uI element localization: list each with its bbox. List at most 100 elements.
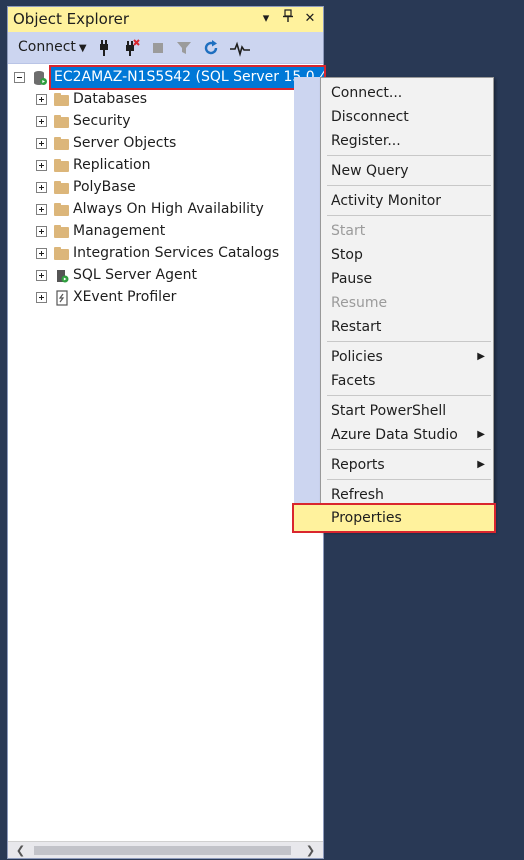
- server-icon: [34, 71, 47, 85]
- tree-node-server-objects[interactable]: Server Objects: [8, 133, 323, 155]
- close-icon[interactable]: ✕: [301, 9, 319, 29]
- menu-separator: [327, 341, 491, 342]
- expand-icon[interactable]: [36, 138, 47, 149]
- menu-item-label: Restart: [331, 319, 382, 335]
- menu-item-policies[interactable]: Policies ▶: [321, 345, 493, 369]
- menu-item-stop[interactable]: Stop: [321, 243, 493, 267]
- dropdown-icon[interactable]: ▾: [257, 9, 275, 29]
- submenu-arrow-icon: ▶: [477, 351, 485, 362]
- submenu-arrow-icon: ▶: [477, 429, 485, 440]
- context-menu: Connect... Disconnect Register... New Query…: [320, 77, 494, 531]
- menu-item-label: Register...: [331, 133, 401, 149]
- object-explorer-titlebar: Object Explorer ▾ ✕: [8, 7, 323, 32]
- menu-item-start: Start: [321, 219, 493, 243]
- menu-item-azure-data-studio[interactable]: Azure Data Studio ▶: [321, 423, 493, 447]
- expand-icon[interactable]: [36, 226, 47, 237]
- object-explorer-toolbar: Connect ▼: [8, 32, 323, 64]
- menu-item-label: Policies: [331, 349, 383, 365]
- folder-icon: [54, 115, 69, 128]
- menu-item-label: Azure Data Studio: [331, 427, 458, 443]
- tree-node-label[interactable]: Server Objects: [73, 135, 176, 151]
- expand-icon[interactable]: [36, 160, 47, 171]
- menu-item-label: Activity Monitor: [331, 193, 442, 209]
- refresh-icon[interactable]: [202, 39, 220, 57]
- tree-server-node[interactable]: EC2AMAZ-N1S5S42 (SQL Server 15.0.41: [8, 65, 326, 90]
- expand-icon[interactable]: [36, 204, 47, 215]
- tree-node-databases[interactable]: Databases: [8, 89, 323, 111]
- scroll-left-icon[interactable]: ❮: [12, 842, 29, 859]
- activity-icon[interactable]: [229, 39, 251, 57]
- menu-item-register[interactable]: Register...: [321, 129, 493, 153]
- tree-node-label[interactable]: Security: [73, 113, 131, 129]
- menu-item-label: Facets: [331, 373, 376, 389]
- menu-item-label: Refresh: [331, 487, 384, 503]
- tree-node-always-on-high-availability[interactable]: Always On High Availability: [8, 199, 323, 221]
- connect-plug-icon[interactable]: [95, 39, 113, 57]
- agent-icon: [57, 270, 69, 283]
- scroll-right-icon[interactable]: ❯: [302, 842, 319, 859]
- tree-node-label[interactable]: Integration Services Catalogs: [73, 245, 279, 261]
- menu-item-start-powershell[interactable]: Start PowerShell: [321, 399, 493, 423]
- menu-separator: [327, 215, 491, 216]
- menu-item-label: Resume: [331, 295, 388, 311]
- expand-icon[interactable]: [36, 248, 47, 259]
- menu-item-connect[interactable]: Connect...: [321, 81, 493, 105]
- tree-node-label[interactable]: SQL Server Agent: [73, 267, 197, 283]
- tree-node-xevent-profiler[interactable]: XEvent Profiler: [8, 287, 323, 309]
- expand-icon[interactable]: [36, 270, 47, 281]
- expand-icon[interactable]: [36, 94, 47, 105]
- menu-item-new-query[interactable]: New Query: [321, 159, 493, 183]
- menu-item-properties[interactable]: Properties: [331, 506, 402, 530]
- tree-node-label[interactable]: PolyBase: [73, 179, 136, 195]
- menu-item-pause[interactable]: Pause: [321, 267, 493, 291]
- folder-icon: [54, 203, 69, 216]
- expand-icon[interactable]: [36, 116, 47, 127]
- folder-icon: [54, 93, 69, 106]
- tree-node-management[interactable]: Management: [8, 221, 323, 243]
- menu-separator: [327, 155, 491, 156]
- menu-item-label: Start: [331, 223, 366, 239]
- tree-node-label[interactable]: Databases: [73, 91, 147, 107]
- profiler-icon: [56, 290, 68, 306]
- tree-node-integration-services-catalogs[interactable]: Integration Services Catalogs: [8, 243, 323, 265]
- tree-node-label[interactable]: XEvent Profiler: [73, 289, 176, 305]
- tree-node-label[interactable]: Replication: [73, 157, 150, 173]
- collapse-icon[interactable]: [14, 72, 25, 83]
- menu-item-label: Start PowerShell: [331, 403, 447, 419]
- connect-label: Connect: [18, 39, 76, 55]
- menu-left-strip: [294, 77, 322, 531]
- folder-icon: [54, 181, 69, 194]
- menu-separator: [327, 479, 491, 480]
- disconnect-plug-icon[interactable]: [122, 39, 140, 57]
- pin-icon[interactable]: [279, 9, 297, 29]
- folder-icon: [54, 225, 69, 238]
- tree-node-label[interactable]: Management: [73, 223, 165, 239]
- menu-item-restart[interactable]: Restart: [321, 315, 493, 339]
- horizontal-scrollbar[interactable]: ❮ ❯: [8, 841, 323, 858]
- folder-icon: [54, 247, 69, 260]
- menu-item-label: New Query: [331, 163, 409, 179]
- menu-item-facets[interactable]: Facets: [321, 369, 493, 393]
- server-node-label[interactable]: EC2AMAZ-N1S5S42 (SQL Server 15.0.41: [49, 65, 326, 90]
- submenu-arrow-icon: ▶: [477, 459, 485, 470]
- menu-item-disconnect[interactable]: Disconnect: [321, 105, 493, 129]
- tree-node-label[interactable]: Always On High Availability: [73, 201, 264, 217]
- menu-item-label: Stop: [331, 247, 363, 263]
- scrollbar-thumb[interactable]: [34, 846, 291, 855]
- menu-item-reports[interactable]: Reports ▶: [321, 453, 493, 477]
- menu-item-label: Disconnect: [331, 109, 409, 125]
- expand-icon[interactable]: [36, 182, 47, 193]
- tree-node-security[interactable]: Security: [8, 111, 323, 133]
- tree-node-sql-server-agent[interactable]: SQL Server Agent: [8, 265, 323, 287]
- stop-icon: [153, 43, 163, 53]
- tree-node-polybase[interactable]: PolyBase: [8, 177, 323, 199]
- menu-separator: [327, 395, 491, 396]
- menu-item-refresh[interactable]: Refresh: [321, 483, 493, 507]
- tree-node-replication[interactable]: Replication: [8, 155, 323, 177]
- expand-icon[interactable]: [36, 292, 47, 303]
- menu-item-label: Reports: [331, 457, 385, 473]
- menu-item-activity-monitor[interactable]: Activity Monitor: [321, 189, 493, 213]
- folder-icon: [54, 137, 69, 150]
- menu-separator: [327, 449, 491, 450]
- connect-button[interactable]: Connect ▼: [18, 39, 87, 55]
